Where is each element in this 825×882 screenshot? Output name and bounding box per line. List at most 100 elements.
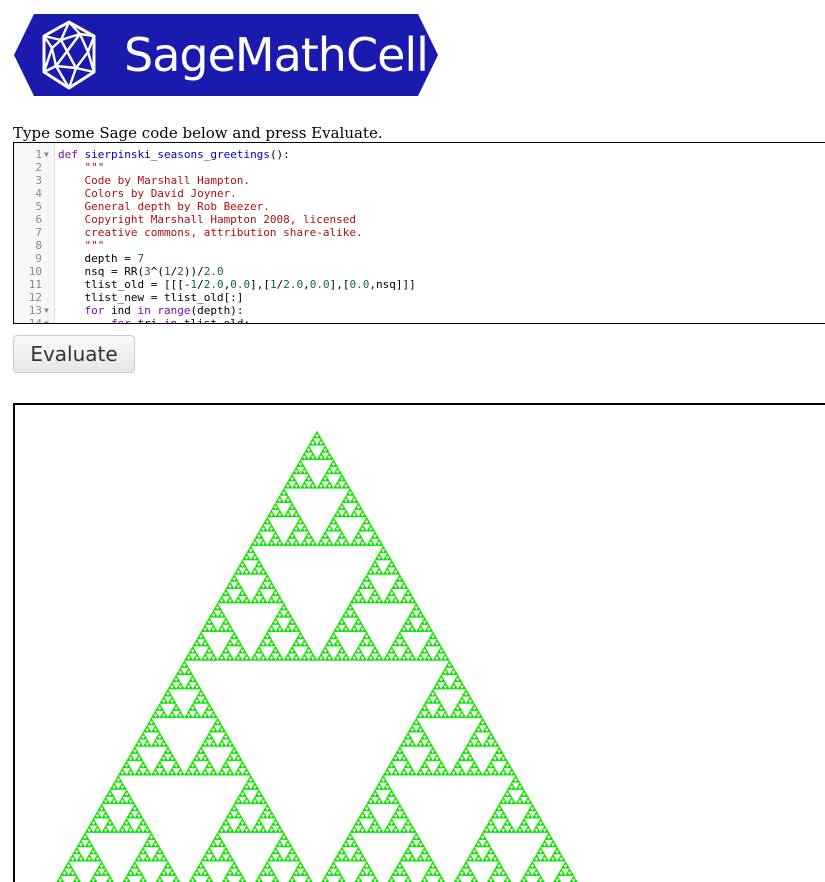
ornament-dot <box>303 870 306 873</box>
code-line[interactable]: 7 creative commons, attribution share-al… <box>14 226 825 239</box>
sierpinski-cell <box>258 871 264 876</box>
ornament-dot <box>440 648 443 651</box>
code-line[interactable]: 4 Colors by David Joyner. <box>14 187 825 200</box>
sierpinski-cell <box>424 656 430 661</box>
sierpinski-cell <box>200 699 206 704</box>
ornament-dot <box>196 770 198 773</box>
ornament-dot <box>378 799 381 801</box>
sierpinski-cell <box>308 477 314 482</box>
ornament-dot <box>477 842 480 844</box>
sierpinski-cell <box>155 728 161 733</box>
sierpinski-cell <box>246 548 252 554</box>
code-line[interactable]: 6 Copyright Marshall Hampton 2008, licen… <box>14 213 825 226</box>
code-line[interactable]: 10 nsq = RR(3^(1/2))/2.0 <box>14 265 825 278</box>
sierpinski-cell <box>519 799 525 805</box>
sierpinski-cell <box>523 792 529 797</box>
sierpinski-cell <box>196 642 202 647</box>
code-line[interactable]: 2 """ <box>14 161 825 174</box>
sierpinski-cell <box>316 434 322 439</box>
sierpinski-cell <box>333 541 339 546</box>
ornament-dot <box>502 770 505 773</box>
ornament-dot <box>287 512 289 514</box>
sierpinski-cell <box>117 771 123 776</box>
sierpinski-cell <box>283 491 289 496</box>
sierpinski-cell <box>353 656 359 661</box>
sierpinski-cell <box>262 656 268 661</box>
sierpinski-cell <box>407 842 413 848</box>
sierpinski-cell <box>490 850 496 855</box>
sierpinski-cell <box>76 857 82 862</box>
sierpinski-cell <box>324 470 330 475</box>
ornament-dot <box>84 834 87 837</box>
sierpinski-cell <box>188 649 194 654</box>
ornament-dot <box>361 655 364 658</box>
sierpinski-cell <box>275 613 281 618</box>
code-line[interactable]: 9 depth = 7 <box>14 252 825 265</box>
code-line[interactable]: 3 Code by Marshall Hampton. <box>14 174 825 187</box>
sierpinski-cell <box>171 756 177 762</box>
ornament-dot <box>154 741 157 744</box>
sierpinski-cell <box>192 685 198 690</box>
sierpinski-cell <box>337 513 343 518</box>
code-editor[interactable]: 1 ▼ def sierpinski_seasons_greetings(): 2 "… <box>13 142 825 324</box>
sierpinski-cell <box>300 520 305 525</box>
sierpinski-cell <box>221 842 227 848</box>
ornament-dot <box>328 483 331 486</box>
ornament-dot <box>278 598 281 601</box>
ornament-dot <box>212 856 215 859</box>
sierpinski-cell <box>254 556 260 561</box>
code-line[interactable]: 12 tlist_new = tlist_old[:] <box>14 291 825 304</box>
sierpinski-cell <box>184 663 189 668</box>
code-line[interactable]: 5 General depth by Rob Beezer. <box>14 200 825 213</box>
fold-arrow-icon[interactable]: ▼ <box>44 148 52 161</box>
sierpinski-cell <box>287 513 293 518</box>
sierpinski-cell <box>262 871 268 876</box>
code-line[interactable]: 14 ▼ for tri in tlist_old: <box>14 317 825 323</box>
sierpinski-cell <box>445 685 450 690</box>
sierpinski-cell <box>341 534 347 539</box>
sierpinski-cell <box>490 828 496 833</box>
ornament-dot <box>96 813 99 816</box>
sierpinski-cell <box>300 484 305 489</box>
code-line[interactable]: 1 ▼ def sierpinski_seasons_greetings(): <box>14 148 825 161</box>
code-line[interactable]: 13 ▼ for ind in range(depth): <box>14 304 825 317</box>
sierpinski-cell <box>167 756 173 762</box>
fold-arrow-icon[interactable]: ▼ <box>44 304 52 317</box>
sagemathcell-logo[interactable]: SageMathCell <box>14 14 438 96</box>
sierpinski-cell <box>171 685 177 690</box>
sierpinski-cell <box>295 635 301 640</box>
sierpinski-cell <box>287 627 293 633</box>
fold-arrow-icon[interactable]: ▼ <box>44 317 52 323</box>
ornament-dot <box>531 806 534 809</box>
code-text: Code by Marshall Hampton. <box>58 174 251 187</box>
sierpinski-cell <box>208 850 214 855</box>
sierpinski-cell <box>337 871 343 876</box>
sierpinski-cell <box>258 649 264 654</box>
sierpinski-cell <box>523 821 529 826</box>
sierpinski-cell <box>304 527 310 532</box>
sierpinski-cell <box>544 835 550 840</box>
ornament-dot <box>278 497 281 500</box>
sierpinski-cell <box>507 771 512 776</box>
sierpinski-cell <box>436 656 442 661</box>
sierpinski-cell <box>304 484 310 489</box>
sierpinski-cell <box>341 513 347 518</box>
ornament-dot <box>88 842 91 844</box>
sierpinski-cell <box>271 534 276 539</box>
ornament-dot <box>332 461 335 464</box>
sierpinski-cell <box>266 635 272 640</box>
code-line[interactable]: 11 tlist_old = [[[-1/2.0,0.0],[1/2.0,0.0… <box>14 278 825 291</box>
sierpinski-cell <box>358 627 363 633</box>
sierpinski-cell <box>275 591 281 597</box>
ornament-dot <box>88 856 91 859</box>
code-line[interactable]: 8 """ <box>14 239 825 252</box>
ornament-dot <box>208 849 211 852</box>
sierpinski-cell <box>370 563 376 568</box>
sierpinski-cell <box>163 713 169 719</box>
sierpinski-cell <box>117 828 123 833</box>
sierpinski-cell <box>490 756 496 762</box>
sierpinski-cell <box>362 520 368 525</box>
evaluate-button[interactable]: Evaluate <box>13 335 135 373</box>
sierpinski-cell <box>192 771 198 776</box>
sierpinski-cell <box>403 857 409 862</box>
